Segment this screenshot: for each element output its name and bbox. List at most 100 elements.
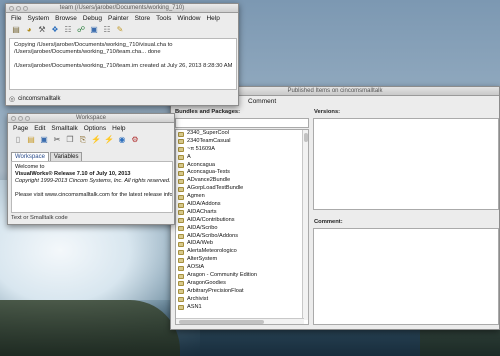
menu-options[interactable]: Options [84, 125, 106, 132]
zoom-icon[interactable] [25, 116, 30, 121]
copy-icon[interactable]: ❐ [65, 135, 75, 145]
tab-workspace[interactable]: Workspace [11, 152, 49, 161]
link-icon[interactable]: ☍ [76, 25, 86, 35]
bundle-list-item-label: A [187, 153, 191, 160]
bundle-list-item[interactable]: ~π 51609A [176, 146, 308, 154]
transcript-toolbar: ▤ ◕ ⚒ ❖ ☷ ☍ ▣ ☷ ✎ [6, 23, 238, 36]
comment-label: Comment: [314, 219, 343, 225]
bundle-list-item-label: Archivist [187, 295, 209, 302]
bundle-list-item-label: ASN1 [187, 303, 202, 310]
document-icon[interactable]: ▤ [11, 25, 21, 35]
published-items-title: Published Items on cincomsmalltalk [287, 88, 383, 94]
do-it-icon[interactable]: ⚡ [91, 135, 101, 145]
zoom-icon[interactable] [23, 6, 28, 11]
bundles-horizontal-scrollbar[interactable] [176, 318, 304, 324]
tab-variables[interactable]: Variables [49, 152, 83, 161]
bundle-list-item[interactable]: Aconcagua [176, 162, 308, 170]
transcript-titlebar[interactable]: team (/Users/jarober/Documents/working_7… [6, 4, 238, 13]
bundle-list-item[interactable]: 2340_SuperCool [176, 130, 308, 138]
inspect-icon[interactable]: ◕ [24, 25, 34, 35]
bundle-list-item[interactable]: AOStA [176, 264, 308, 272]
bundle-list-item-label: AOStA [187, 264, 205, 271]
bundle-list-item[interactable]: AIDA/Web [176, 240, 308, 248]
menu-edit[interactable]: Edit [34, 125, 45, 132]
workspace-titlebar[interactable]: Workspace [8, 114, 174, 123]
open-file-icon[interactable]: ▤ [26, 135, 36, 145]
bundle-list-item[interactable]: AIDA/Scribo [176, 225, 308, 233]
bundle-list-item[interactable]: AlertaMeteorologico [176, 248, 308, 256]
notepad-icon[interactable]: ✎ [115, 25, 125, 35]
menu-window[interactable]: Window [177, 15, 200, 22]
bundle-list-item[interactable]: AGorpLoadTestBundle [176, 185, 308, 193]
workspace-status: Text or Smalltalk code [11, 215, 68, 221]
save-icon[interactable]: ▣ [39, 135, 49, 145]
minimize-icon[interactable] [18, 116, 23, 121]
folder-icon [178, 163, 184, 169]
print-it-icon[interactable]: ⚡ [104, 135, 114, 145]
bundles-horizontal-scroll-thumb[interactable] [179, 320, 264, 324]
folder-icon [178, 194, 184, 200]
inspect-icon[interactable]: ◉ [117, 135, 127, 145]
bundle-list-item[interactable]: AIDA/Contributions [176, 217, 308, 225]
close-icon[interactable] [9, 6, 14, 11]
menu-system[interactable]: System [27, 15, 49, 22]
menu-smalltalk[interactable]: Smalltalk [51, 125, 77, 132]
bundle-list-item[interactable]: AragonGoodies [176, 280, 308, 288]
menu-tools[interactable]: Tools [156, 15, 171, 22]
comment-textarea[interactable] [313, 228, 499, 325]
new-page-icon[interactable]: ▯ [13, 135, 23, 145]
menu-file[interactable]: File [11, 15, 21, 22]
versions-list[interactable] [313, 118, 499, 210]
database-2-icon[interactable]: ☷ [102, 25, 112, 35]
database-icon[interactable]: ☷ [63, 25, 73, 35]
bundle-list-item-label: AGorpLoadTestBundle [187, 185, 244, 192]
workspace-editor[interactable]: Welcome to VisualWorks® Release 7.10 of … [11, 161, 173, 213]
menu-painter[interactable]: Painter [108, 15, 129, 22]
menu-debug[interactable]: Debug [83, 15, 102, 22]
menu-page[interactable]: Page [13, 125, 28, 132]
bundle-list-item[interactable]: ADvance2Bundle [176, 177, 308, 185]
open-icon[interactable]: ❖ [50, 25, 60, 35]
bundle-list-item-label: ADvance2Bundle [187, 177, 231, 184]
close-icon[interactable] [11, 116, 16, 121]
menu-store[interactable]: Store [135, 15, 151, 22]
bundle-list-item[interactable]: 2340TeamCasual [176, 138, 308, 146]
folder-icon [178, 241, 184, 247]
menu-help[interactable]: Help [206, 15, 219, 22]
bundles-vertical-scrollbar[interactable] [302, 130, 308, 320]
folder-icon [178, 155, 184, 161]
minimize-icon[interactable] [16, 6, 21, 11]
bundle-list-item[interactable]: ArbitraryPrecisionFloat [176, 288, 308, 296]
transcript-text[interactable]: Copying /Users/jarober/Documents/working… [9, 38, 237, 90]
bundles-filter-input[interactable] [175, 118, 309, 128]
bundle-list-item[interactable]: AIDA/Scribo/Addons [176, 233, 308, 241]
menu-browse[interactable]: Browse [55, 15, 77, 22]
bundle-list-item-label: Aconcagua-Tests [187, 169, 230, 176]
bundle-list-item[interactable]: AIDA/Addons [176, 201, 308, 209]
transcript-line: /Users/jarober/Documents/working_710/tea… [14, 49, 161, 55]
bundle-list-item[interactable]: Agmen [176, 193, 308, 201]
folder-icon [178, 186, 184, 192]
bundle-list-item[interactable]: Aragon - Community Edition [176, 272, 308, 280]
tools-icon[interactable]: ⚒ [37, 25, 47, 35]
versions-label: Versions: [314, 109, 341, 115]
bundle-list-item[interactable]: AlterSystem [176, 256, 308, 264]
paste-icon[interactable]: ⎘ [78, 135, 88, 145]
bundle-list-item[interactable]: AIDACharts [176, 209, 308, 217]
bundle-list-item[interactable]: A [176, 154, 308, 162]
cut-icon[interactable]: ✂ [52, 135, 62, 145]
bundles-vertical-scroll-thumb[interactable] [304, 133, 308, 142]
bundle-list-item[interactable]: Aconcagua-Tests [176, 169, 308, 177]
bundles-list[interactable]: 2340_SuperCool 2340TeamCasual ~π 51609A A Ac… [175, 129, 309, 325]
transcript-title: team (/Users/jarober/Documents/working_7… [59, 5, 185, 11]
bundle-list-item-label: AIDA/Addons [187, 201, 221, 208]
folder-icon [178, 202, 184, 208]
bundle-list-item[interactable]: ASN1 [176, 304, 308, 312]
menu-help[interactable]: Help [112, 125, 125, 132]
folder-icon [178, 139, 184, 145]
debug-icon[interactable]: ⚙ [130, 135, 140, 145]
window-icon[interactable]: ▣ [89, 25, 99, 35]
bundle-list-item[interactable]: Archivist [176, 296, 308, 304]
bundle-list-item-label: AIDA/Web [187, 240, 214, 247]
menu-comment[interactable]: Comment [248, 98, 276, 105]
